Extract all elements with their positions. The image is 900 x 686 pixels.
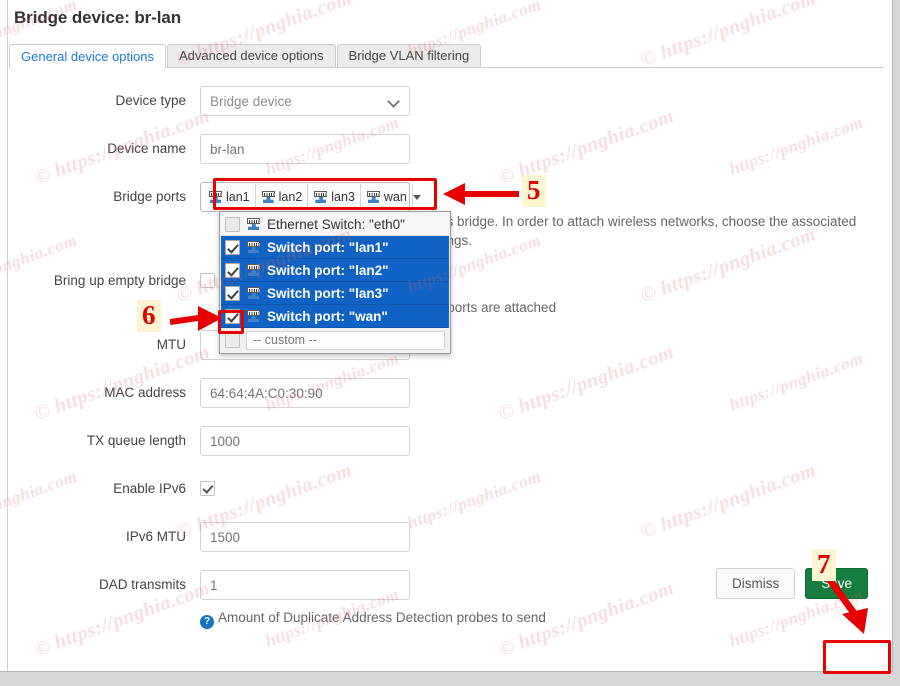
- switch-port-icon: [246, 241, 261, 253]
- switch-port-icon: [261, 191, 276, 203]
- bridge-device-dialog: Bridge device: br-lan General device opt…: [0, 0, 893, 672]
- row-enable-ipv6: Enable IPv6: [0, 474, 892, 504]
- bridge-ports-field: lan1 lan2 lan3 wan: [200, 182, 421, 212]
- port-tag-wan[interactable]: wan: [361, 184, 413, 210]
- annotation-label-6: 6: [137, 300, 161, 332]
- checkbox-icon[interactable]: [225, 239, 240, 255]
- switch-port-icon: [246, 310, 261, 322]
- custom-port-input[interactable]: [246, 330, 445, 350]
- dropdown-item-label: Ethernet Switch: "eth0": [267, 216, 405, 232]
- dropdown-item-label: Switch port: "lan1": [267, 239, 389, 255]
- dropdown-item-eth0[interactable]: Ethernet Switch: "eth0": [221, 213, 449, 236]
- tx-queue-length-label: TX queue length: [86, 433, 186, 448]
- dad-transmits-help: ? Amount of Duplicate Address Detection p…: [200, 608, 546, 629]
- port-tag-lan2[interactable]: lan2: [256, 184, 309, 210]
- dad-transmits-input[interactable]: [200, 570, 410, 600]
- bridge-ports-multiselect[interactable]: lan1 lan2 lan3 wan: [200, 182, 421, 212]
- ipv6-mtu-input[interactable]: [200, 522, 410, 552]
- dropdown-item-lan1[interactable]: Switch port: "lan1": [221, 236, 449, 259]
- bridge-ports-help: his bridge. In order to attach wireless …: [436, 212, 886, 250]
- dropdown-item-label: Switch port: "lan2": [267, 262, 389, 278]
- mac-address-field: [200, 378, 410, 408]
- port-tag-label: lan1: [226, 190, 250, 204]
- switch-port-icon: [366, 191, 381, 203]
- bridge-ports-label: Bridge ports: [113, 189, 186, 204]
- device-name-label: Device name: [107, 141, 186, 156]
- dad-transmits-field: ? Amount of Duplicate Address Detection p…: [200, 570, 546, 629]
- mac-address-label: MAC address: [104, 385, 186, 400]
- annotation-arrow-5: [443, 183, 519, 205]
- annotation-label-5: 5: [522, 175, 546, 207]
- chevron-down-icon: [389, 96, 400, 107]
- bridge-ports-dropdown[interactable]: Ethernet Switch: "eth0" Switch port: "la…: [219, 211, 451, 354]
- enable-ipv6-label: Enable IPv6: [113, 481, 186, 496]
- tab-bar: General device options Advanced device o…: [9, 44, 884, 68]
- dismiss-button[interactable]: Dismiss: [715, 568, 796, 599]
- port-tag-lan1[interactable]: lan1: [203, 184, 256, 210]
- bridge-ports-help-line1: his bridge. In order to attach wireless …: [436, 214, 857, 229]
- dad-transmits-label: DAD transmits: [98, 577, 186, 592]
- dropdown-item-lan3[interactable]: Switch port: "lan3": [221, 282, 449, 305]
- port-tag-label: lan3: [331, 190, 355, 204]
- checkbox-icon[interactable]: [225, 308, 240, 324]
- port-tag-label: lan2: [278, 190, 303, 204]
- switch-port-icon: [208, 191, 223, 203]
- dropdown-item-lan2[interactable]: Switch port: "lan2": [221, 259, 449, 282]
- port-tag-lan3[interactable]: lan3: [308, 184, 361, 210]
- device-type-value: Bridge device: [210, 93, 292, 109]
- help-icon: ?: [200, 615, 214, 629]
- row-device-type: Device type Bridge device: [0, 86, 892, 116]
- enable-ipv6-checkbox[interactable]: [200, 481, 215, 496]
- dropdown-item-label: Switch port: "lan3": [267, 285, 389, 301]
- row-tx-queue-length: TX queue length: [0, 426, 892, 456]
- tx-queue-length-input[interactable]: [200, 426, 410, 456]
- ipv6-mtu-field: [200, 522, 410, 552]
- annotation-arrow-6: [169, 306, 222, 331]
- checkbox-icon[interactable]: [225, 332, 240, 348]
- device-type-label: Device type: [115, 93, 186, 108]
- device-name-input[interactable]: [200, 134, 410, 164]
- dropdown-caret-icon[interactable]: [412, 194, 421, 200]
- enable-ipv6-field: [200, 474, 215, 499]
- tab-general-device-options[interactable]: General device options: [9, 44, 166, 68]
- checkbox-icon[interactable]: [225, 262, 240, 278]
- switch-port-icon: [246, 287, 261, 299]
- checkbox-icon[interactable]: [225, 216, 240, 232]
- mtu-label: MTU: [156, 337, 186, 352]
- port-tag-label: wan: [383, 190, 407, 204]
- annotation-label-7: 7: [812, 549, 836, 581]
- tab-advanced-device-options[interactable]: Advanced device options: [166, 44, 336, 67]
- switch-port-icon: [313, 191, 328, 203]
- tab-bridge-vlan-filtering[interactable]: Bridge VLAN filtering: [336, 44, 482, 67]
- row-mac-address: MAC address: [0, 378, 892, 408]
- bring-up-empty-bridge-checkbox[interactable]: [200, 273, 215, 288]
- device-type-select[interactable]: Bridge device: [200, 86, 410, 116]
- dad-transmits-help-text: Amount of Duplicate Address Detection pr…: [218, 610, 546, 625]
- switch-port-icon: [246, 264, 261, 276]
- mac-address-input[interactable]: [200, 378, 410, 408]
- row-ipv6-mtu: IPv6 MTU: [0, 522, 892, 552]
- dropdown-item-wan[interactable]: Switch port: "wan": [221, 305, 449, 328]
- bring-up-empty-bridge-help: o ports are attached: [436, 300, 557, 315]
- row-device-name: Device name: [0, 134, 892, 164]
- bring-up-empty-bridge-label: Bring up empty bridge: [53, 273, 186, 288]
- ipv6-mtu-label: IPv6 MTU: [125, 529, 186, 544]
- annotation-arrow-7: [827, 577, 868, 634]
- bring-up-empty-bridge-field: [200, 266, 215, 291]
- tx-queue-length-field: [200, 426, 410, 456]
- page-title: Bridge device: br-lan: [14, 8, 181, 27]
- dropdown-item-custom[interactable]: [221, 328, 449, 352]
- checkbox-icon[interactable]: [225, 285, 240, 301]
- switch-icon: [246, 218, 261, 230]
- dropdown-item-label: Switch port: "wan": [267, 308, 388, 324]
- device-name-field: [200, 134, 410, 164]
- device-type-field: Bridge device: [200, 86, 410, 116]
